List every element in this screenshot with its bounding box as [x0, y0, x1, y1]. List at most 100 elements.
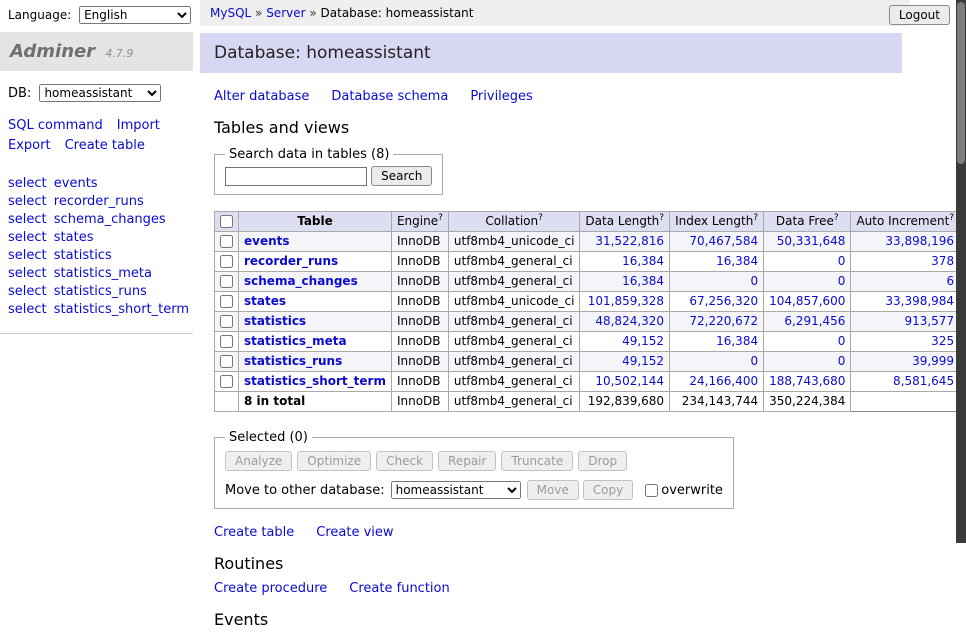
data-free-link[interactable]: 0 — [838, 354, 846, 368]
scrollbar-thumb[interactable] — [957, 2, 965, 164]
sidebar-link-export[interactable]: Export — [8, 138, 51, 153]
drop-button[interactable]: Drop — [578, 451, 627, 471]
sidebar-link-import[interactable]: Import — [117, 118, 160, 133]
help-icon[interactable]: ? — [538, 213, 543, 223]
sidebar-select-link-states[interactable]: select — [8, 230, 47, 245]
data-length-link[interactable]: 49,152 — [622, 354, 664, 368]
move-button[interactable]: Move — [527, 480, 579, 500]
auto-increment-link[interactable]: 325 — [931, 334, 954, 348]
data-length-link[interactable]: 16,384 — [622, 274, 664, 288]
table-name-link[interactable]: statistics_runs — [244, 354, 342, 368]
row-checkbox[interactable] — [220, 315, 233, 328]
row-checkbox[interactable] — [220, 355, 233, 368]
sidebar-table-link-schema-changes[interactable]: schema_changes — [54, 212, 166, 227]
index-length-link[interactable]: 16,384 — [716, 254, 758, 268]
action-link-alter-database[interactable]: Alter database — [214, 89, 309, 104]
help-icon[interactable]: ? — [659, 213, 664, 223]
move-db-select[interactable]: homeassistant — [391, 481, 521, 499]
copy-button[interactable]: Copy — [583, 480, 633, 500]
analyze-button[interactable]: Analyze — [225, 451, 292, 471]
optimize-button[interactable]: Optimize — [297, 451, 371, 471]
data-free-link[interactable]: 188,743,680 — [769, 374, 845, 388]
sidebar-link-sql-command[interactable]: SQL command — [8, 118, 103, 133]
table-name-link[interactable]: statistics_short_term — [244, 374, 386, 388]
help-icon[interactable]: ? — [438, 213, 443, 223]
index-length-link[interactable]: 67,256,320 — [689, 294, 758, 308]
sidebar-select-link-statistics-runs[interactable]: select — [8, 284, 47, 299]
data-free-link[interactable]: 50,331,648 — [777, 234, 846, 248]
row-checkbox[interactable] — [220, 235, 233, 248]
db-select[interactable]: homeassistant — [39, 84, 161, 102]
index-length-link[interactable]: 72,220,672 — [689, 314, 758, 328]
help-icon[interactable]: ? — [753, 213, 758, 223]
help-icon[interactable]: ? — [834, 213, 839, 223]
check-all-checkbox[interactable] — [220, 215, 233, 228]
sidebar-table-link-statistics-runs[interactable]: statistics_runs — [54, 284, 147, 299]
table-name-link[interactable]: recorder_runs — [244, 254, 338, 268]
bottom-link-create-table[interactable]: Create table — [214, 525, 294, 540]
sidebar-select-link-statistics[interactable]: select — [8, 248, 47, 263]
index-length-link[interactable]: 24,166,400 — [689, 374, 758, 388]
sidebar-table-link-statistics[interactable]: statistics — [54, 248, 112, 263]
data-free-link[interactable]: 0 — [838, 334, 846, 348]
row-checkbox[interactable] — [220, 335, 233, 348]
auto-increment-link[interactable]: 6 — [946, 274, 954, 288]
row-checkbox[interactable] — [220, 275, 233, 288]
action-link-privileges[interactable]: Privileges — [470, 89, 533, 104]
table-name-link[interactable]: schema_changes — [244, 274, 358, 288]
auto-increment-link[interactable]: 913,577 — [904, 314, 954, 328]
check-button[interactable]: Check — [376, 451, 433, 471]
row-checkbox[interactable] — [220, 255, 233, 268]
table-name-link[interactable]: events — [244, 234, 290, 248]
sidebar-table-link-recorder-runs[interactable]: recorder_runs — [54, 194, 144, 209]
auto-increment-link[interactable]: 378 — [931, 254, 954, 268]
index-length-link[interactable]: 70,467,584 — [689, 234, 758, 248]
table-name-link[interactable]: states — [244, 294, 286, 308]
data-free-link[interactable]: 0 — [838, 274, 846, 288]
sidebar-select-link-schema-changes[interactable]: select — [8, 212, 47, 227]
auto-increment-link[interactable]: 33,898,196 — [885, 234, 954, 248]
search-input[interactable] — [225, 167, 367, 186]
table-name-link[interactable]: statistics_meta — [244, 334, 347, 348]
index-length-link[interactable]: 0 — [750, 274, 758, 288]
row-checkbox[interactable] — [220, 375, 233, 388]
scrollbar[interactable] — [956, 0, 966, 543]
data-length-link[interactable]: 49,152 — [622, 334, 664, 348]
sidebar-select-link-statistics-short-term[interactable]: select — [8, 302, 47, 317]
truncate-button[interactable]: Truncate — [501, 451, 573, 471]
table-name-link[interactable]: statistics — [244, 314, 306, 328]
search-button[interactable]: Search — [371, 166, 432, 186]
action-link-database-schema[interactable]: Database schema — [331, 89, 448, 104]
sidebar-table-link-statistics-meta[interactable]: statistics_meta — [54, 266, 152, 281]
routine-link-create-function[interactable]: Create function — [349, 581, 449, 596]
repair-button[interactable]: Repair — [438, 451, 496, 471]
data-length-link[interactable]: 10,502,144 — [595, 374, 664, 388]
logout-button[interactable]: Logout — [889, 5, 950, 25]
row-checkbox[interactable] — [220, 295, 233, 308]
sidebar-select-link-events[interactable]: select — [8, 176, 47, 191]
bottom-link-create-view[interactable]: Create view — [316, 525, 393, 540]
sidebar-table-link-statistics-short-term[interactable]: statistics_short_term — [54, 302, 189, 317]
data-length-link[interactable]: 16,384 — [622, 254, 664, 268]
auto-increment-link[interactable]: 33,398,984 — [885, 294, 954, 308]
auto-increment-link[interactable]: 39,999 — [912, 354, 954, 368]
auto-increment-link[interactable]: 8,581,645 — [893, 374, 954, 388]
overwrite-checkbox[interactable] — [645, 484, 658, 497]
data-length-link[interactable]: 31,522,816 — [595, 234, 664, 248]
breadcrumb-link-mysql[interactable]: MySQL — [210, 6, 251, 20]
data-free-link[interactable]: 6,291,456 — [784, 314, 845, 328]
breadcrumb-link-server[interactable]: Server — [266, 6, 305, 20]
data-free-link[interactable]: 0 — [838, 254, 846, 268]
data-length-link[interactable]: 48,824,320 — [595, 314, 664, 328]
routine-link-create-procedure[interactable]: Create procedure — [214, 581, 327, 596]
help-icon[interactable]: ? — [949, 213, 954, 223]
data-length-link[interactable]: 101,859,328 — [588, 294, 664, 308]
sidebar-table-link-states[interactable]: states — [54, 230, 94, 245]
data-free-link[interactable]: 104,857,600 — [769, 294, 845, 308]
sidebar-select-link-recorder-runs[interactable]: select — [8, 194, 47, 209]
language-select[interactable]: English — [79, 6, 191, 24]
sidebar-link-create-table[interactable]: Create table — [65, 138, 145, 153]
index-length-link[interactable]: 16,384 — [716, 334, 758, 348]
index-length-link[interactable]: 0 — [750, 354, 758, 368]
sidebar-select-link-statistics-meta[interactable]: select — [8, 266, 47, 281]
